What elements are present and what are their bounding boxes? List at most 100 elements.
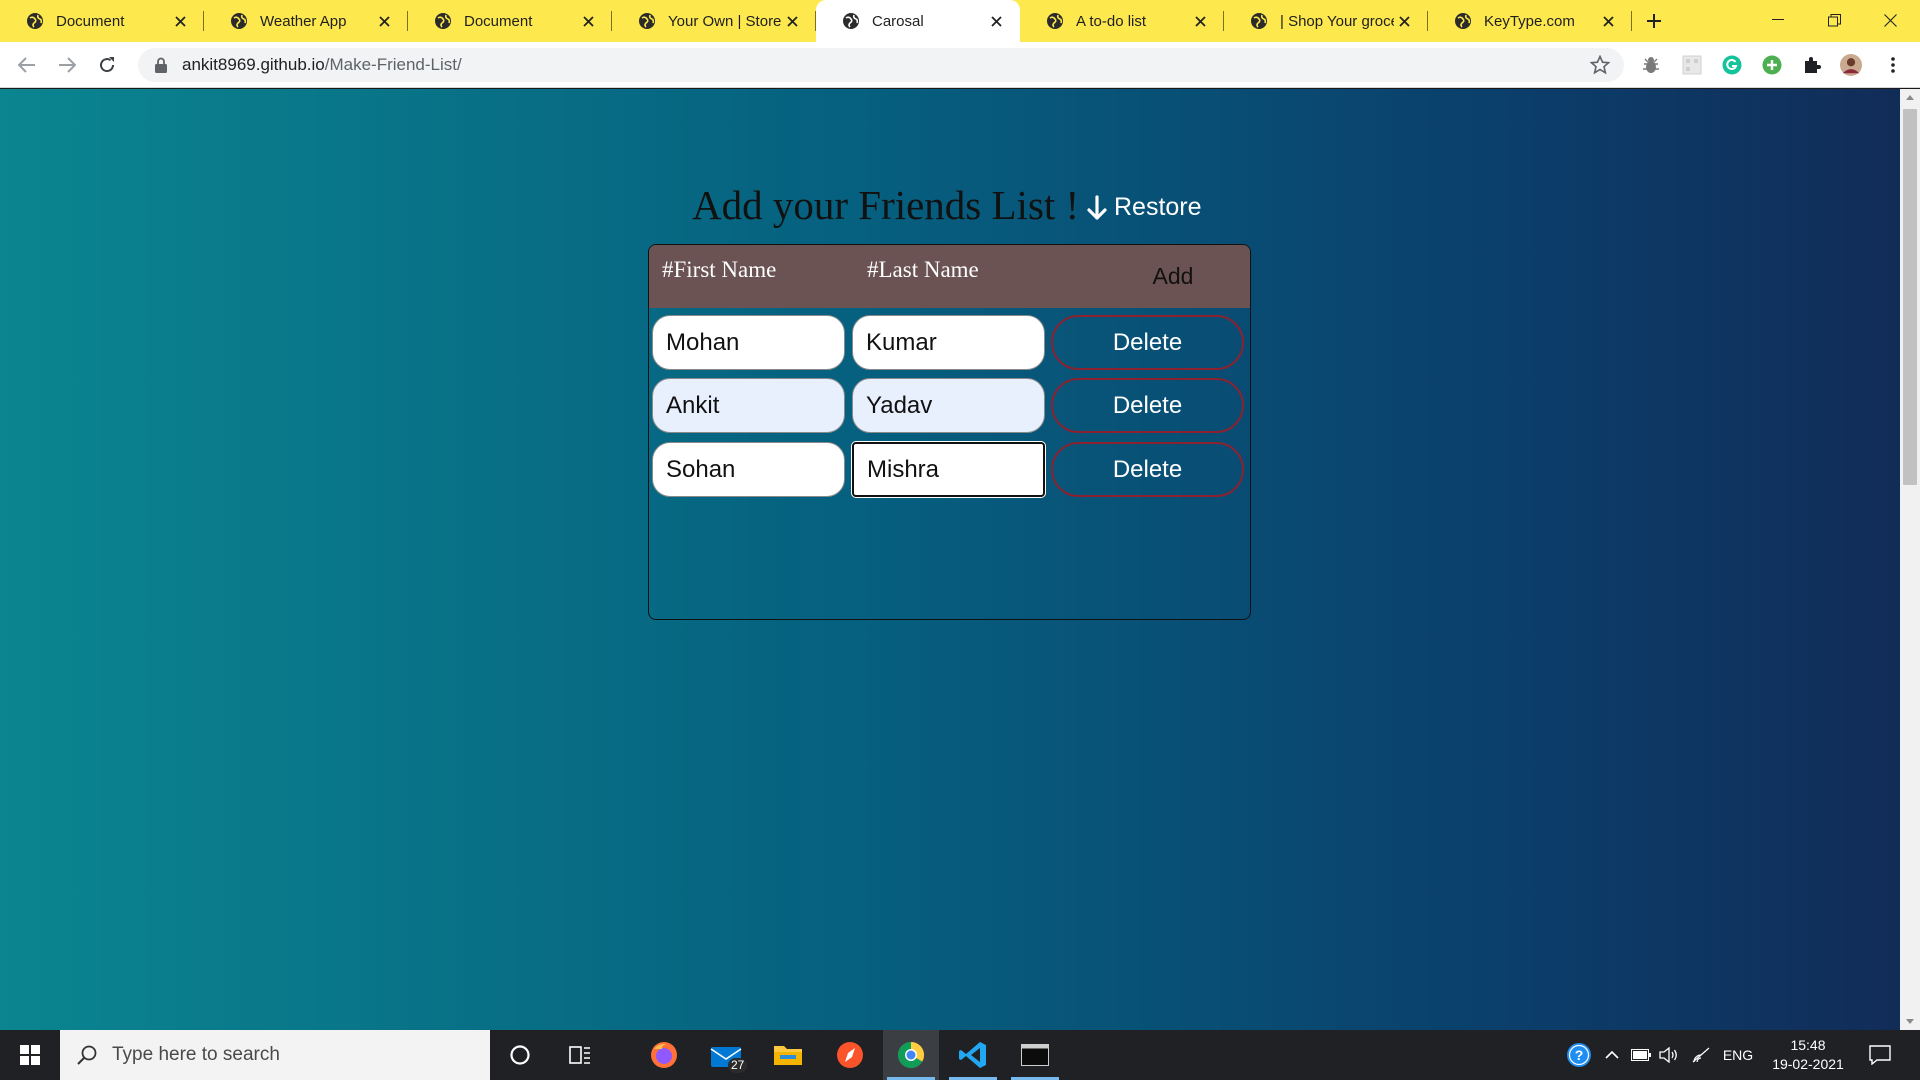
taskbar-brave-compass[interactable] bbox=[822, 1030, 878, 1080]
forward-button[interactable] bbox=[53, 51, 81, 79]
add-button[interactable]: Add bbox=[1125, 259, 1221, 293]
action-center-button[interactable] bbox=[1860, 1030, 1900, 1080]
globe-icon bbox=[231, 13, 247, 29]
restore-window-button[interactable] bbox=[1806, 0, 1862, 40]
browser-tab-6[interactable]: A to-do list bbox=[1020, 0, 1224, 42]
globe-icon bbox=[1455, 13, 1471, 29]
restore-label: Restore bbox=[1114, 193, 1202, 221]
battery-tray-icon[interactable] bbox=[1628, 1030, 1654, 1080]
search-placeholder: Type here to search bbox=[112, 1044, 280, 1065]
restore-window-icon bbox=[1827, 13, 1841, 26]
grammarly-icon[interactable] bbox=[1721, 54, 1743, 76]
first-name-input[interactable] bbox=[652, 315, 845, 370]
tab-title: Document bbox=[464, 12, 533, 30]
globe-icon bbox=[1251, 13, 1267, 29]
globe-icon bbox=[1047, 13, 1063, 29]
minimize-button[interactable] bbox=[1750, 0, 1806, 40]
page-title: Add your Friends List ! bbox=[692, 182, 1080, 228]
chevron-up-icon bbox=[1605, 1050, 1619, 1059]
bug-extension-icon[interactable] bbox=[1640, 54, 1662, 76]
last-name-input[interactable] bbox=[852, 442, 1045, 497]
vertical-scrollbar[interactable] bbox=[1900, 89, 1920, 1030]
browser-tab-7[interactable]: | Shop Your grocer bbox=[1224, 0, 1428, 42]
new-tab-button[interactable] bbox=[1632, 0, 1676, 42]
close-icon[interactable] bbox=[986, 11, 1006, 31]
qr-extension-icon[interactable] bbox=[1681, 54, 1703, 76]
taskbar-search[interactable]: Type here to search bbox=[60, 1030, 490, 1080]
last-name-input[interactable] bbox=[852, 315, 1045, 370]
input-language-indicator[interactable]: ENG bbox=[1718, 1030, 1758, 1080]
help-tray-button[interactable]: ? bbox=[1562, 1030, 1596, 1080]
delete-button[interactable]: Delete bbox=[1051, 378, 1244, 433]
tab-title: Weather App bbox=[260, 12, 347, 30]
puzzle-extensions-icon[interactable] bbox=[1801, 54, 1823, 76]
table-header: #First Name #Last Name Add bbox=[649, 245, 1250, 308]
globe-icon bbox=[843, 13, 859, 29]
close-icon[interactable] bbox=[578, 11, 598, 31]
tab-title: Document bbox=[56, 12, 125, 30]
taskbar-file-explorer[interactable] bbox=[760, 1030, 816, 1080]
close-window-button[interactable] bbox=[1862, 0, 1918, 40]
svg-text:?: ? bbox=[1575, 1047, 1584, 1063]
wifi-tray-icon[interactable] bbox=[1688, 1030, 1714, 1080]
start-button[interactable] bbox=[0, 1030, 60, 1080]
search-icon bbox=[77, 1045, 97, 1065]
terminal-icon bbox=[1021, 1044, 1049, 1066]
scrollbar-thumb[interactable] bbox=[1903, 109, 1917, 485]
bookmark-star-icon[interactable] bbox=[1590, 55, 1610, 75]
scroll-up-arrow-icon[interactable] bbox=[1906, 95, 1914, 100]
delete-button[interactable]: Delete bbox=[1051, 315, 1244, 370]
delete-button[interactable]: Delete bbox=[1051, 442, 1244, 497]
address-bar[interactable]: ankit8969.github.io/Make-Friend-List/ bbox=[138, 48, 1624, 82]
browser-tab-8[interactable]: KeyType.com bbox=[1428, 0, 1632, 42]
url-path: /Make-Friend-List/ bbox=[324, 55, 462, 74]
close-icon[interactable] bbox=[782, 11, 802, 31]
browser-tab-1[interactable]: Document bbox=[0, 0, 204, 42]
close-icon[interactable] bbox=[170, 11, 190, 31]
back-button[interactable] bbox=[13, 51, 41, 79]
avatar[interactable] bbox=[1840, 54, 1862, 76]
browser-tab-3[interactable]: Document bbox=[408, 0, 612, 42]
taskbar-vscode[interactable] bbox=[945, 1030, 1001, 1080]
clock-date: 19-02-2021 bbox=[1772, 1056, 1844, 1072]
page-viewport: Add your Friends List ! Restore #First N… bbox=[0, 89, 1900, 1030]
close-icon[interactable] bbox=[374, 11, 394, 31]
close-icon[interactable] bbox=[1394, 11, 1414, 31]
windows-taskbar: Type here to search 27 ? ENG 15:48 19-02… bbox=[0, 1030, 1920, 1080]
reload-button[interactable] bbox=[93, 51, 121, 79]
task-view-button[interactable] bbox=[552, 1030, 608, 1080]
last-name-input[interactable] bbox=[852, 378, 1045, 433]
close-icon bbox=[1883, 13, 1897, 27]
taskbar-terminal[interactable] bbox=[1007, 1030, 1063, 1080]
first-name-input[interactable] bbox=[652, 442, 845, 497]
globe-icon bbox=[27, 13, 43, 29]
cortana-button[interactable] bbox=[492, 1030, 548, 1080]
taskbar-chrome[interactable] bbox=[883, 1030, 939, 1080]
more-menu-icon[interactable] bbox=[1882, 54, 1904, 76]
mail-badge: 27 bbox=[728, 1058, 748, 1073]
browser-tab-active[interactable]: Carosal bbox=[816, 0, 1020, 42]
globe-icon bbox=[435, 13, 451, 29]
table-row: Delete bbox=[649, 442, 1250, 498]
taskbar-mail[interactable]: 27 bbox=[698, 1030, 754, 1080]
chrome-icon bbox=[897, 1041, 925, 1069]
green-plus-extension-icon[interactable] bbox=[1761, 54, 1783, 76]
browser-tab-4[interactable]: Your Own | Store bbox=[612, 0, 816, 42]
system-clock[interactable]: 15:48 19-02-2021 bbox=[1760, 1036, 1856, 1074]
close-icon[interactable] bbox=[1190, 11, 1210, 31]
first-name-input[interactable] bbox=[652, 378, 845, 433]
task-view-icon bbox=[569, 1046, 590, 1064]
scroll-down-arrow-icon[interactable] bbox=[1906, 1019, 1914, 1024]
url-host: ankit8969.github.io bbox=[182, 55, 325, 74]
taskbar-firefox[interactable] bbox=[636, 1030, 692, 1080]
browser-tab-2[interactable]: Weather App bbox=[204, 0, 408, 42]
restore-button[interactable]: Restore bbox=[1086, 193, 1202, 222]
tab-title: Your Own | Store bbox=[668, 12, 782, 30]
close-icon[interactable] bbox=[1598, 11, 1618, 31]
column-header-last-name: #Last Name bbox=[867, 257, 979, 282]
show-hidden-icons-button[interactable] bbox=[1600, 1030, 1624, 1080]
lock-icon[interactable] bbox=[154, 57, 168, 73]
wifi-icon bbox=[1692, 1047, 1710, 1063]
tab-title: KeyType.com bbox=[1484, 12, 1575, 30]
volume-tray-icon[interactable] bbox=[1656, 1030, 1682, 1080]
